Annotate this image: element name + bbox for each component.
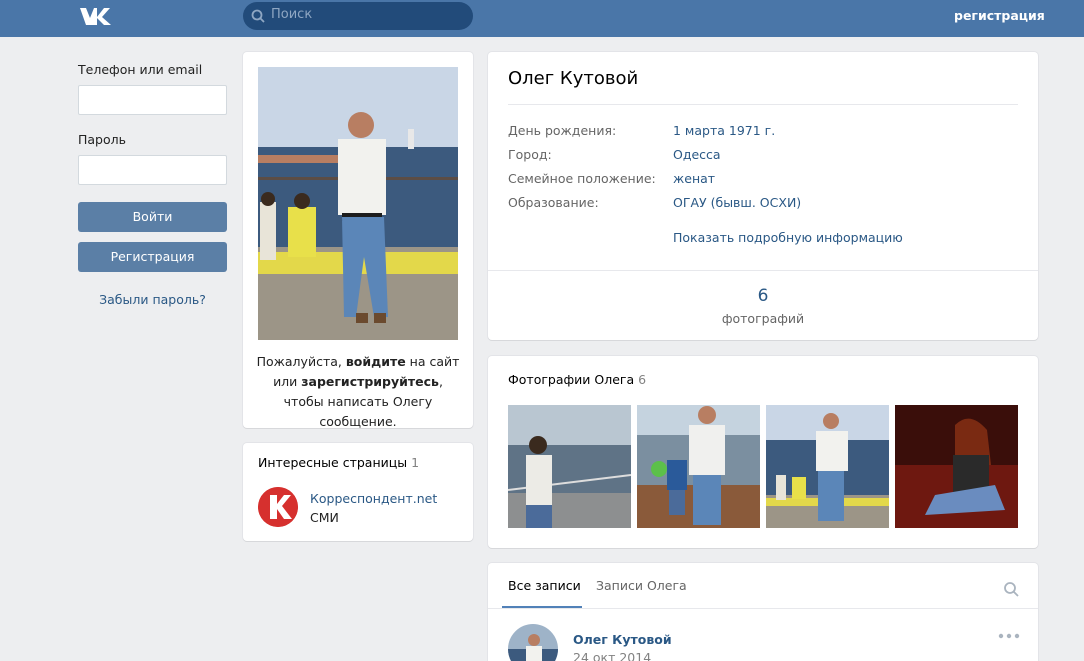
password-label: Пароль (78, 132, 126, 147)
korrespondent-link[interactable]: Корреспондент.net (310, 491, 437, 506)
vk-logo-icon[interactable] (78, 5, 112, 27)
post-date[interactable]: 24 окт 2014 (573, 650, 651, 661)
avatar[interactable] (508, 624, 558, 661)
korrespondent-logo-icon[interactable] (258, 487, 298, 527)
login-link[interactable]: войдите (346, 354, 406, 369)
relationship-link[interactable]: женат (673, 171, 715, 186)
login-prompt: Пожалуйста, войдите на сайт или зарегист… (256, 354, 460, 429)
phone-label: Телефон или email (78, 62, 203, 77)
city-link[interactable]: Одесса (673, 147, 721, 162)
profile-photo[interactable] (258, 67, 458, 340)
photos-title[interactable]: Фотографии Олега 6 (508, 372, 646, 387)
post-author-link[interactable]: Олег Кутовой (573, 632, 672, 647)
education-link[interactable]: ОГАУ (бывш. ОСХИ) (673, 195, 801, 210)
korrespondent-category: СМИ (310, 510, 339, 525)
login-button[interactable]: Войти (78, 202, 227, 232)
divider (488, 270, 1038, 271)
divider (488, 608, 1038, 609)
interesting-pages-card: Интересные страницы 1 Корреспондент.net С… (243, 443, 473, 541)
photo-thumbnail[interactable] (895, 405, 1018, 528)
login-form: Телефон или email Пароль Войти Регистрац… (78, 62, 227, 307)
avatar-card: Пожалуйста, войдите на сайт или зарегист… (243, 52, 473, 429)
photo-thumbnail[interactable] (637, 405, 760, 528)
wall-card: Все записи Записи Олега Олег Кутовой 24 … (488, 563, 1038, 661)
birthday-link[interactable]: 1 марта 1971 г. (673, 123, 775, 138)
register-button[interactable]: Регистрация (78, 242, 227, 272)
photo-thumbnail[interactable] (508, 405, 631, 528)
more-options-icon[interactable] (998, 633, 1020, 639)
tab-owner-posts[interactable]: Записи Олега (596, 578, 687, 593)
password-field[interactable] (78, 155, 227, 185)
forgot-password-link[interactable]: Забыли пароль? (78, 292, 227, 307)
search-icon (251, 9, 265, 23)
photos-count: 6 (638, 372, 647, 387)
profile-name: Олег Кутовой (508, 68, 639, 89)
top-bar (0, 0, 1084, 37)
search-placeholder: Поиск (271, 7, 313, 22)
photos-card: Фотографии Олега 6 (488, 356, 1038, 548)
profile-info-card: Олег Кутовой День рождения: 1 марта 1971… (488, 52, 1038, 340)
signup-link[interactable]: зарегистрируйтесь (301, 374, 439, 389)
photo-thumbnail[interactable] (766, 405, 889, 528)
photo-count-label[interactable]: фотографий (488, 311, 1038, 326)
search-icon[interactable] (1003, 581, 1019, 597)
tab-all-posts[interactable]: Все записи (508, 578, 581, 593)
divider (508, 104, 1018, 105)
show-details-link[interactable]: Показать подробную информацию (673, 230, 903, 245)
photo-count[interactable]: 6 (488, 286, 1038, 306)
phone-email-field[interactable] (78, 85, 227, 115)
interesting-pages-title[interactable]: Интересные страницы 1 (258, 455, 419, 470)
register-link[interactable]: регистрация (954, 8, 1045, 23)
interesting-pages-count: 1 (411, 455, 420, 470)
